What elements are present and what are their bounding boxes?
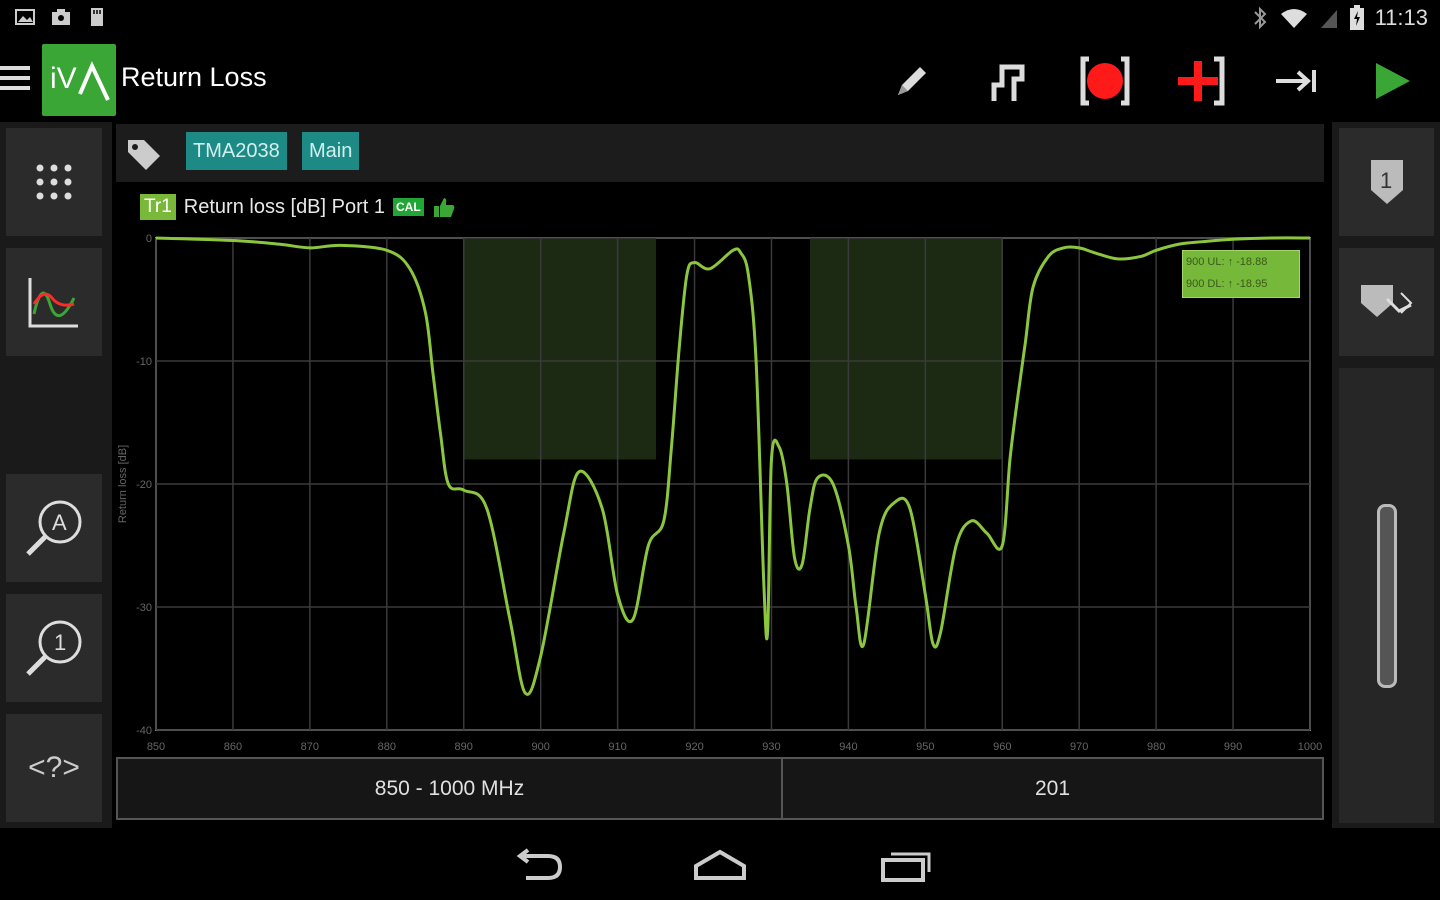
left-panel: A 1 <?> xyxy=(0,122,112,828)
limit-band-1 xyxy=(463,238,657,460)
camera-notification-icon xyxy=(52,9,70,25)
x-tick-label: 990 xyxy=(1224,741,1242,753)
x-tick-label: 980 xyxy=(1147,741,1165,753)
add-marker-button[interactable] xyxy=(1170,52,1230,110)
return-loss-chart[interactable]: 850 860 870 880 890 900 910 920 930 940 950 960 970 9… xyxy=(116,226,1326,756)
go-to-end-button[interactable] xyxy=(1266,52,1326,110)
sd-card-notification-icon xyxy=(91,8,103,26)
x-tick-label: 920 xyxy=(685,741,703,753)
status-bar: 11:13 xyxy=(0,0,1440,40)
sweep-settings-bar: 850 - 1000 MHz 201 xyxy=(116,757,1324,820)
page-title: Return Loss xyxy=(121,62,267,92)
thumbs-up-icon xyxy=(433,198,455,217)
x-tick-label: 880 xyxy=(378,741,396,753)
keypad-button[interactable] xyxy=(6,128,102,236)
cell-signal-icon xyxy=(1320,10,1337,28)
points-field[interactable]: 201 xyxy=(783,759,1322,818)
zoom-1-button[interactable]: 1 xyxy=(6,594,102,702)
back-button[interactable] xyxy=(503,842,573,890)
gallery-notification-icon xyxy=(15,9,35,25)
marker-peak-icon xyxy=(1360,285,1412,317)
scroll-handle[interactable] xyxy=(1376,503,1397,688)
app-logo-icon: iV xyxy=(50,61,110,101)
record-button[interactable] xyxy=(1075,52,1135,110)
keypad-grid-icon xyxy=(36,164,72,200)
x-tick-label: 900 xyxy=(531,741,549,753)
marker-tool-button[interactable] xyxy=(1339,248,1434,356)
recents-button[interactable] xyxy=(870,842,940,890)
trace-label: Return loss [dB] Port 1 xyxy=(183,195,385,218)
auto-zoom-button[interactable]: A xyxy=(6,474,102,582)
trace-badge[interactable]: Tr1 xyxy=(140,194,176,220)
x-tick-label: 950 xyxy=(916,741,934,753)
trace-graph-icon xyxy=(28,278,78,328)
x-tick-label: 970 xyxy=(1070,741,1088,753)
x-tick-label: 960 xyxy=(993,741,1011,753)
tag-bar: TMA2038 Main xyxy=(116,124,1324,182)
x-tick-label: 940 xyxy=(839,741,857,753)
trace-select-button[interactable]: 1 xyxy=(1339,128,1434,236)
marker-dl-value: 900 DL: ↑ -18.95 xyxy=(1186,278,1268,290)
x-tick-label: 930 xyxy=(762,741,780,753)
tag-icon[interactable] xyxy=(126,136,164,172)
add-icon xyxy=(1178,56,1225,106)
zoom-auto-icon: A xyxy=(26,500,82,556)
y-tick-label: -30 xyxy=(136,602,152,614)
svg-text:iV: iV xyxy=(50,62,77,95)
edit-button[interactable] xyxy=(882,52,942,110)
port-select-button[interactable] xyxy=(978,52,1038,110)
tag-main[interactable]: Main xyxy=(302,132,360,170)
zoom-one-icon: 1 xyxy=(26,620,82,676)
x-tick-label: 850 xyxy=(147,741,165,753)
svg-text:1: 1 xyxy=(54,630,66,655)
limit-band-2 xyxy=(809,238,1003,460)
marker-ul-value: 900 UL: ↑ -18.88 xyxy=(1186,256,1268,268)
back-arrow-icon xyxy=(516,848,563,880)
right-panel: 1 xyxy=(1332,122,1440,828)
home-button[interactable] xyxy=(685,842,755,890)
wifi-signal-icon xyxy=(1280,9,1307,28)
x-tick-label: 1000 xyxy=(1298,741,1322,753)
battery-icon xyxy=(1349,5,1364,30)
x-tick-label: 870 xyxy=(301,741,319,753)
nav-bar xyxy=(0,830,1440,900)
marker-readout[interactable]: 900 UL: ↑ -18.88 900 DL: ↑ -18.95 xyxy=(1182,250,1300,298)
trace-view-button[interactable] xyxy=(6,248,102,356)
scroll-track[interactable] xyxy=(1339,368,1434,823)
x-tick-label: 890 xyxy=(455,741,473,753)
pencil-icon xyxy=(898,67,926,95)
play-icon xyxy=(1376,63,1410,99)
run-button[interactable] xyxy=(1362,52,1422,110)
help-button[interactable]: <?> xyxy=(6,714,102,822)
port-connector-icon xyxy=(991,64,1025,101)
cal-badge: CAL xyxy=(393,198,424,216)
app-logo: iV xyxy=(42,44,116,116)
menu-icon[interactable] xyxy=(0,60,32,104)
home-icon xyxy=(694,849,746,880)
recents-icon xyxy=(881,852,931,882)
trace-header: Tr1 Return loss [dB] Port 1 CAL xyxy=(140,190,456,224)
trace-shield-icon: 1 xyxy=(1370,160,1403,204)
svg-text:A: A xyxy=(52,510,67,535)
y-tick-label: -40 xyxy=(136,725,152,737)
x-tick-label: 860 xyxy=(224,741,242,753)
bluetooth-icon xyxy=(1253,6,1266,30)
arrow-to-end-icon xyxy=(1276,70,1316,92)
y-tick-label: -10 xyxy=(136,356,152,368)
frequency-range-field[interactable]: 850 - 1000 MHz xyxy=(118,759,781,818)
x-tick-label: 910 xyxy=(608,741,626,753)
y-axis-label: Return loss [dB] xyxy=(117,445,129,523)
y-tick-label: 0 xyxy=(146,233,152,245)
record-icon xyxy=(1080,56,1130,106)
clock: 11:13 xyxy=(1374,5,1428,30)
tag-tma2038[interactable]: TMA2038 xyxy=(186,132,287,170)
svg-text:1: 1 xyxy=(1380,168,1392,193)
y-tick-label: -20 xyxy=(136,479,152,491)
